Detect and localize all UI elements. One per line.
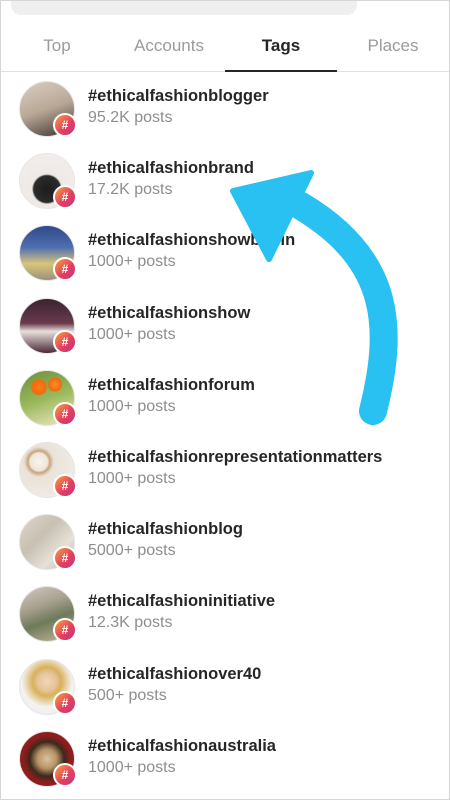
tag-results-list: # #ethicalfashionblogger 95.2K posts # #… <box>1 73 449 795</box>
tag-row[interactable]: # #ethicalfashionrepresentationmatters 1… <box>1 434 449 506</box>
hashtag-badge-icon: # <box>53 257 77 282</box>
tag-name: #ethicalfashionblogger <box>88 87 269 105</box>
tag-row[interactable]: # #ethicalfashionshowberlin 1000+ posts <box>1 217 449 289</box>
tab-top[interactable]: Top <box>1 23 113 71</box>
tag-post-count: 12.3K posts <box>88 614 173 632</box>
hashtag-badge-icon: # <box>53 113 77 137</box>
tab-tags[interactable]: Tags <box>225 23 337 72</box>
tag-name: #ethicalfashionforum <box>88 375 255 394</box>
hashtag-badge-icon: # <box>53 762 77 787</box>
tab-places[interactable]: Places <box>337 23 449 71</box>
hashtag-badge-icon: # <box>53 401 77 426</box>
tag-row[interactable]: # #ethicalfashionforum 1000+ posts <box>1 362 449 434</box>
tag-post-count: 5000+ posts <box>88 542 176 560</box>
tag-post-count: 17.2K posts <box>88 181 173 199</box>
tag-row[interactable]: # #ethicalfashionshow 1000+ posts <box>1 290 449 362</box>
search-cancel[interactable] <box>379 1 429 7</box>
tag-post-count: 1000+ posts <box>88 253 176 271</box>
hashtag-badge-icon: # <box>53 185 77 210</box>
tag-name: #ethicalfashioninitiative <box>88 592 276 611</box>
tag-row[interactable]: # #ethicalfashionblogger 95.2K posts <box>1 73 449 145</box>
tag-name: #ethicalfashionaustralia <box>88 736 276 755</box>
tag-name: #ethicalfashionshowberlin <box>88 231 296 250</box>
tag-post-count: 1000+ posts <box>88 397 176 415</box>
search-tabs: Top Accounts Tags Places <box>1 23 449 72</box>
tag-post-count: 1000+ posts <box>88 325 176 343</box>
tag-post-count: 95.2K posts <box>88 109 173 126</box>
tag-row[interactable]: # #ethicalfashionblog 5000+ posts <box>1 506 449 578</box>
tag-name: #ethicalfashionbrand <box>88 159 254 178</box>
tag-post-count: 1000+ posts <box>88 469 176 487</box>
tag-row[interactable]: # #ethicalfashionbrand 17.2K posts <box>1 145 449 217</box>
tag-name: #ethicalfashionrepresentationmatters <box>88 447 383 466</box>
tag-post-count: 1000+ posts <box>88 758 176 776</box>
search-bar[interactable] <box>11 1 357 15</box>
tag-row[interactable]: # #ethicalfashioninitiative 12.3K posts <box>1 578 449 650</box>
tag-post-count: 500+ posts <box>88 686 167 704</box>
tag-row[interactable]: # #ethicalfashionover40 500+ posts <box>1 651 449 723</box>
hashtag-badge-icon: # <box>53 546 77 571</box>
tag-row[interactable]: # #ethicalfashionaustralia 1000+ posts <box>1 723 449 795</box>
tab-accounts[interactable]: Accounts <box>113 23 225 71</box>
tag-name: #ethicalfashionblog <box>88 520 243 539</box>
hashtag-badge-icon: # <box>53 473 77 498</box>
hashtag-badge-icon: # <box>53 690 77 715</box>
tag-name: #ethicalfashionshow <box>88 303 251 322</box>
app-frame: Top Accounts Tags Places # #ethicalfashi… <box>0 0 450 800</box>
hashtag-badge-icon: # <box>53 618 77 643</box>
tag-name: #ethicalfashionover40 <box>88 664 262 683</box>
hashtag-badge-icon: # <box>53 329 77 354</box>
